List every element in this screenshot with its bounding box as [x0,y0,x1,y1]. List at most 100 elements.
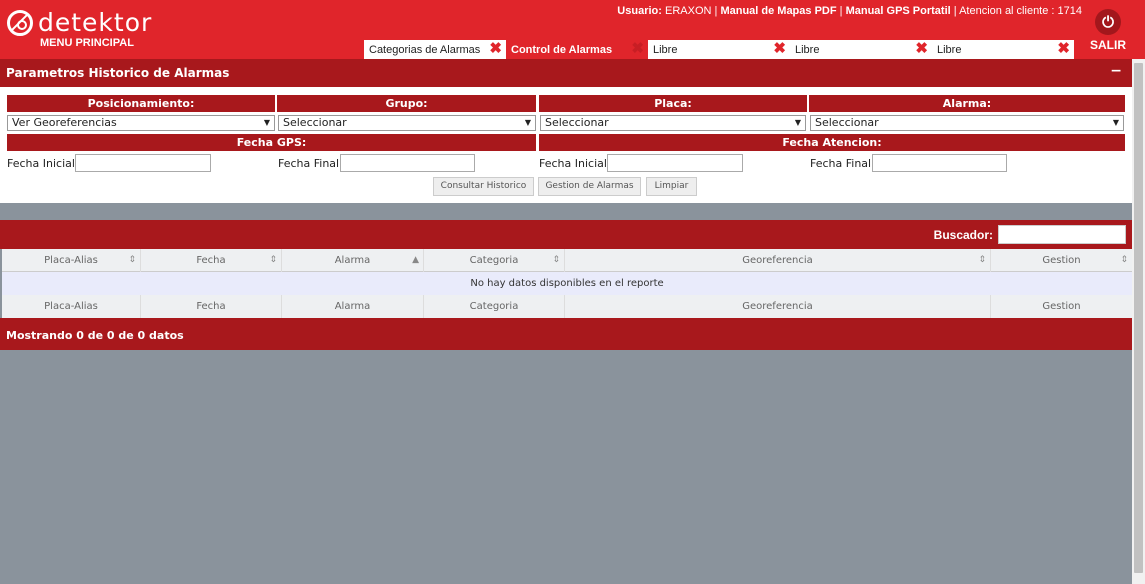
column-header-categoria[interactable]: Categoria ⇕ [424,249,565,272]
column-header-alarma[interactable]: Alarma ▲ [282,249,424,272]
column-footer: Placa-Alias [2,295,141,318]
alarma-header: Alarma: [809,95,1125,112]
separator: | [714,5,718,17]
fecha-atencion-inicial-input[interactable] [607,154,743,172]
separator: | [839,5,843,17]
search-input[interactable] [998,225,1126,244]
table-header: Placa-Alias ⇕ Fecha ⇕ Alarma ▲ Categoria… [2,249,1132,272]
grupo-select[interactable]: Seleccionar ▼ [278,115,536,131]
sort-icon: ⇕ [552,255,560,265]
search-label: Buscador: [933,228,993,242]
fecha-atencion-final-input[interactable] [872,154,1007,172]
table-footer: Placa-Alias Fecha Alarma Categoria Geore… [2,295,1132,318]
fecha-atencion-header: Fecha Atencion: [539,134,1125,151]
close-icon[interactable]: ✖ [1057,41,1070,57]
chevron-down-icon: ▼ [263,118,270,127]
sort-icon: ⇕ [1120,255,1128,265]
column-label: Categoria [469,255,519,266]
salir-button[interactable]: ⏻ SALIR [1088,9,1128,52]
fecha-atencion-inicial-label: Fecha Inicial: [539,157,611,170]
tab-libre-1[interactable]: Libre ✖ [648,40,790,59]
placa-header: Placa: [539,95,807,112]
tab-control-alarmas[interactable]: Control de Alarmas ✖ [506,40,648,59]
scrollbar-thumb[interactable] [1134,63,1143,573]
user-bar: Usuario: ERAXON | Manual de Mapas PDF | … [617,5,1082,17]
chevron-down-icon: ▼ [1112,118,1119,127]
fecha-gps-header: Fecha GPS: [7,134,536,151]
sort-asc-icon: ▲ [412,255,419,265]
close-icon[interactable]: ✖ [489,41,502,57]
sort-icon: ⇕ [128,255,136,265]
chevron-down-icon: ▼ [524,118,531,127]
manual-gps-link[interactable]: Manual GPS Portatil [846,5,951,17]
empty-table-message: No hay datos disponibles en el reporte [2,272,1132,295]
tab-libre-3[interactable]: Libre ✖ [932,40,1074,59]
params-panel-title: Parametros Historico de Alarmas − [0,59,1132,87]
close-icon[interactable]: ✖ [631,41,644,57]
table-info-bar: Mostrando 0 de 0 de 0 datos [0,318,1132,350]
sort-icon: ⇕ [269,255,277,265]
chevron-down-icon: ▼ [794,118,801,127]
column-header-fecha[interactable]: Fecha ⇕ [141,249,282,272]
app-header: detektor MENU PRINCIPAL Usuario: ERAXON … [0,0,1145,59]
fecha-gps-inicial-label: Fecha Inicial: [7,157,79,170]
column-label: Fecha [196,255,226,266]
tab-label: Categorias de Alarmas [369,43,481,56]
collapse-icon[interactable]: − [1110,63,1122,79]
fecha-gps-final-label: Fecha Final: [278,157,343,170]
table-toolbar: Buscador: [0,220,1132,249]
tab-label: Libre [795,43,820,56]
params-title-text: Parametros Historico de Alarmas [6,66,230,80]
menu-principal-link[interactable]: MENU PRINCIPAL [40,37,134,49]
select-value: Seleccionar [545,116,609,129]
alarma-select[interactable]: Seleccionar ▼ [810,115,1124,131]
select-value: Seleccionar [815,116,879,129]
consultar-historico-button[interactable]: Consultar Historico [433,177,534,196]
fecha-gps-inicial-input[interactable] [75,154,211,172]
column-footer: Categoria [424,295,565,318]
fecha-gps-final-input[interactable] [340,154,475,172]
separator-strip [0,203,1132,220]
column-label: Georeferencia [742,255,813,266]
column-label: Alarma [334,255,371,266]
close-icon[interactable]: ✖ [915,41,928,57]
tab-categorias-alarmas[interactable]: Categorias de Alarmas ✖ [364,40,506,59]
posicionamiento-header: Posicionamiento: [7,95,275,112]
column-header-gestion[interactable]: Gestion ⇕ [991,249,1132,272]
steering-wheel-icon [7,10,33,36]
tab-libre-2[interactable]: Libre ✖ [790,40,932,59]
manual-mapas-link[interactable]: Manual de Mapas PDF [720,5,836,17]
placa-select[interactable]: Seleccionar ▼ [540,115,806,131]
close-icon[interactable]: ✖ [773,41,786,57]
select-value: Ver Georeferencias [12,116,117,129]
tab-label: Libre [653,43,678,56]
logo-text: detektor [38,8,153,37]
limpiar-button[interactable]: Limpiar [646,177,697,196]
column-header-georeferencia[interactable]: Georeferencia ⇕ [565,249,991,272]
separator: | [953,5,957,17]
table-info-text: Mostrando 0 de 0 de 0 datos [6,329,184,342]
grupo-header: Grupo: [277,95,536,112]
tab-bar: Categorias de Alarmas ✖ Control de Alarm… [364,40,1074,59]
user-name: ERAXON [664,5,712,17]
vertical-scrollbar[interactable] [1132,59,1145,584]
column-footer: Georeferencia [565,295,991,318]
column-header-placa-alias[interactable]: Placa-Alias ⇕ [2,249,141,272]
sort-icon: ⇕ [978,255,986,265]
select-value: Seleccionar [283,116,347,129]
params-panel-body: Posicionamiento: Grupo: Placa: Alarma: V… [0,87,1132,203]
salir-label: SALIR [1090,38,1126,52]
column-footer: Fecha [141,295,282,318]
detektor-logo[interactable]: detektor [7,10,152,36]
power-icon: ⏻ [1095,9,1121,35]
tab-label: Libre [937,43,962,56]
atencion-cliente: Atencion al cliente : 1714 [959,5,1082,17]
column-footer: Alarma [282,295,424,318]
tab-label: Control de Alarmas [511,43,613,56]
posicionamiento-select[interactable]: Ver Georeferencias ▼ [7,115,275,131]
user-label: Usuario: [617,5,662,17]
column-footer: Gestion [1042,301,1081,312]
column-label: Gestion [1042,255,1081,266]
gestion-alarmas-button[interactable]: Gestion de Alarmas [538,177,641,196]
column-label: Placa-Alias [44,255,98,266]
